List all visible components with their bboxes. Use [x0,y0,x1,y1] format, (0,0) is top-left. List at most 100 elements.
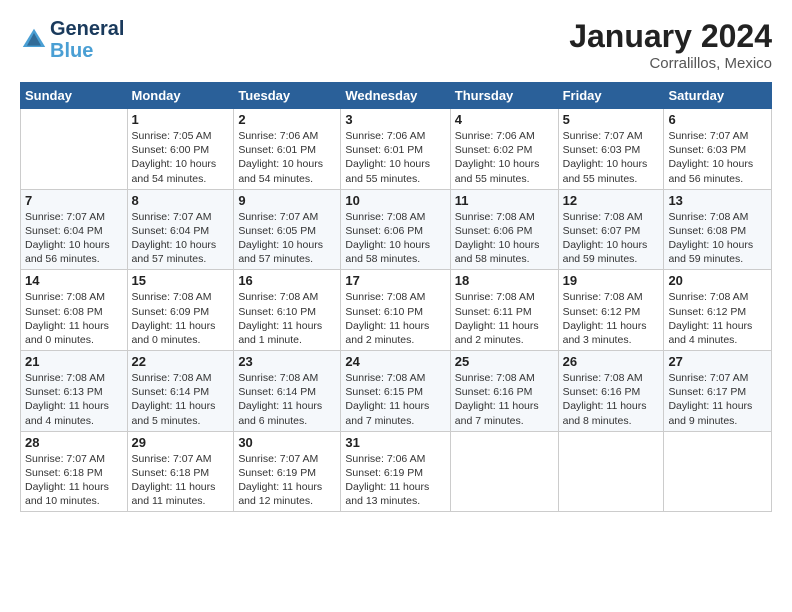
day-number: 21 [25,354,123,369]
day-info: Sunrise: 7:08 AM Sunset: 6:15 PM Dayligh… [345,371,445,428]
day-number: 17 [345,273,445,288]
calendar-cell: 30 Sunrise: 7:07 AM Sunset: 6:19 PM Dayli… [234,431,341,512]
day-number: 30 [238,435,336,450]
logo: GeneralBlue [20,18,124,62]
calendar-cell: 5 Sunrise: 7:07 AM Sunset: 6:03 PM Daylig… [558,109,664,190]
calendar-cell: 23 Sunrise: 7:08 AM Sunset: 6:14 PM Dayli… [234,351,341,432]
calendar-cell: 10 Sunrise: 7:08 AM Sunset: 6:06 PM Dayli… [341,189,450,270]
calendar-cell: 6Sunrise: 7:07 AM Sunset: 6:03 PM Daylig… [664,109,772,190]
week-row-4: 28Sunrise: 7:07 AM Sunset: 6:18 PM Dayli… [21,431,772,512]
week-row-0: 1 Sunrise: 7:05 AM Sunset: 6:00 PM Daylig… [21,109,772,190]
day-number: 19 [563,273,660,288]
logo-icon [20,26,48,54]
day-number: 14 [25,273,123,288]
day-number: 4 [455,112,554,127]
day-number: 16 [238,273,336,288]
calendar-cell: 18Sunrise: 7:08 AM Sunset: 6:11 PM Dayli… [450,270,558,351]
col-tuesday: Tuesday [234,83,341,109]
calendar-cell: 4Sunrise: 7:06 AM Sunset: 6:02 PM Daylig… [450,109,558,190]
day-info: Sunrise: 7:06 AM Sunset: 6:01 PM Dayligh… [238,129,336,186]
calendar-cell: 31 Sunrise: 7:06 AM Sunset: 6:19 PM Dayli… [341,431,450,512]
day-number: 31 [345,435,445,450]
col-saturday: Saturday [664,83,772,109]
calendar-cell: 29 Sunrise: 7:07 AM Sunset: 6:18 PM Dayli… [127,431,234,512]
calendar-cell: 17 Sunrise: 7:08 AM Sunset: 6:10 PM Dayli… [341,270,450,351]
calendar-cell: 3 Sunrise: 7:06 AM Sunset: 6:01 PM Daylig… [341,109,450,190]
calendar-cell: 26Sunrise: 7:08 AM Sunset: 6:16 PM Dayli… [558,351,664,432]
day-number: 22 [132,354,230,369]
day-info: Sunrise: 7:08 AM Sunset: 6:06 PM Dayligh… [345,210,445,267]
calendar-cell: 21 Sunrise: 7:08 AM Sunset: 6:13 PM Dayli… [21,351,128,432]
header: GeneralBlue January 2024 Corralillos, Me… [20,18,772,72]
calendar-cell: 11 Sunrise: 7:08 AM Sunset: 6:06 PM Dayli… [450,189,558,270]
col-thursday: Thursday [450,83,558,109]
calendar-cell: 1 Sunrise: 7:05 AM Sunset: 6:00 PM Daylig… [127,109,234,190]
main-title: January 2024 [569,18,772,55]
day-info: Sunrise: 7:08 AM Sunset: 6:13 PM Dayligh… [25,371,123,428]
day-info: Sunrise: 7:06 AM Sunset: 6:19 PM Dayligh… [345,452,445,509]
day-number: 24 [345,354,445,369]
day-info: Sunrise: 7:07 AM Sunset: 6:17 PM Dayligh… [668,371,767,428]
calendar-cell: 14 Sunrise: 7:08 AM Sunset: 6:08 PM Dayli… [21,270,128,351]
day-number: 1 [132,112,230,127]
day-number: 29 [132,435,230,450]
week-row-3: 21 Sunrise: 7:08 AM Sunset: 6:13 PM Dayli… [21,351,772,432]
day-number: 27 [668,354,767,369]
day-number: 10 [345,193,445,208]
day-info: Sunrise: 7:07 AM Sunset: 6:18 PM Dayligh… [25,452,123,509]
day-info: Sunrise: 7:08 AM Sunset: 6:10 PM Dayligh… [238,290,336,347]
day-info: Sunrise: 7:08 AM Sunset: 6:09 PM Dayligh… [132,290,230,347]
calendar-cell: 28Sunrise: 7:07 AM Sunset: 6:18 PM Dayli… [21,431,128,512]
title-block: January 2024 Corralillos, Mexico [569,18,772,72]
day-info: Sunrise: 7:07 AM Sunset: 6:18 PM Dayligh… [132,452,230,509]
day-number: 23 [238,354,336,369]
calendar-cell: 22 Sunrise: 7:08 AM Sunset: 6:14 PM Dayli… [127,351,234,432]
calendar-cell [450,431,558,512]
calendar-cell [558,431,664,512]
calendar-cell: 20 Sunrise: 7:08 AM Sunset: 6:12 PM Dayli… [664,270,772,351]
day-info: Sunrise: 7:07 AM Sunset: 6:03 PM Dayligh… [563,129,660,186]
subtitle: Corralillos, Mexico [569,55,772,72]
week-row-1: 7 Sunrise: 7:07 AM Sunset: 6:04 PM Daylig… [21,189,772,270]
day-info: Sunrise: 7:05 AM Sunset: 6:00 PM Dayligh… [132,129,230,186]
logo-text: GeneralBlue [50,18,124,62]
calendar-cell: 7 Sunrise: 7:07 AM Sunset: 6:04 PM Daylig… [21,189,128,270]
day-info: Sunrise: 7:08 AM Sunset: 6:10 PM Dayligh… [345,290,445,347]
calendar-cell [21,109,128,190]
col-wednesday: Wednesday [341,83,450,109]
day-info: Sunrise: 7:08 AM Sunset: 6:12 PM Dayligh… [668,290,767,347]
day-info: Sunrise: 7:07 AM Sunset: 6:19 PM Dayligh… [238,452,336,509]
day-number: 6 [668,112,767,127]
day-number: 7 [25,193,123,208]
day-number: 12 [563,193,660,208]
day-number: 5 [563,112,660,127]
calendar-header-row: Sunday Monday Tuesday Wednesday Thursday… [21,83,772,109]
day-info: Sunrise: 7:08 AM Sunset: 6:16 PM Dayligh… [455,371,554,428]
calendar-cell: 8Sunrise: 7:07 AM Sunset: 6:04 PM Daylig… [127,189,234,270]
day-info: Sunrise: 7:07 AM Sunset: 6:05 PM Dayligh… [238,210,336,267]
day-number: 15 [132,273,230,288]
day-info: Sunrise: 7:07 AM Sunset: 6:04 PM Dayligh… [25,210,123,267]
calendar-cell: 19Sunrise: 7:08 AM Sunset: 6:12 PM Dayli… [558,270,664,351]
day-info: Sunrise: 7:06 AM Sunset: 6:01 PM Dayligh… [345,129,445,186]
day-number: 26 [563,354,660,369]
day-info: Sunrise: 7:08 AM Sunset: 6:14 PM Dayligh… [238,371,336,428]
calendar-cell: 2 Sunrise: 7:06 AM Sunset: 6:01 PM Daylig… [234,109,341,190]
calendar-cell: 15 Sunrise: 7:08 AM Sunset: 6:09 PM Dayli… [127,270,234,351]
col-sunday: Sunday [21,83,128,109]
calendar-cell: 24 Sunrise: 7:08 AM Sunset: 6:15 PM Dayli… [341,351,450,432]
day-number: 2 [238,112,336,127]
page: GeneralBlue January 2024 Corralillos, Me… [0,0,792,522]
day-number: 18 [455,273,554,288]
day-number: 9 [238,193,336,208]
day-number: 11 [455,193,554,208]
day-info: Sunrise: 7:08 AM Sunset: 6:06 PM Dayligh… [455,210,554,267]
day-info: Sunrise: 7:08 AM Sunset: 6:07 PM Dayligh… [563,210,660,267]
day-info: Sunrise: 7:08 AM Sunset: 6:14 PM Dayligh… [132,371,230,428]
day-info: Sunrise: 7:08 AM Sunset: 6:08 PM Dayligh… [25,290,123,347]
day-number: 25 [455,354,554,369]
calendar-cell: 16 Sunrise: 7:08 AM Sunset: 6:10 PM Dayli… [234,270,341,351]
day-number: 8 [132,193,230,208]
day-number: 3 [345,112,445,127]
day-number: 20 [668,273,767,288]
